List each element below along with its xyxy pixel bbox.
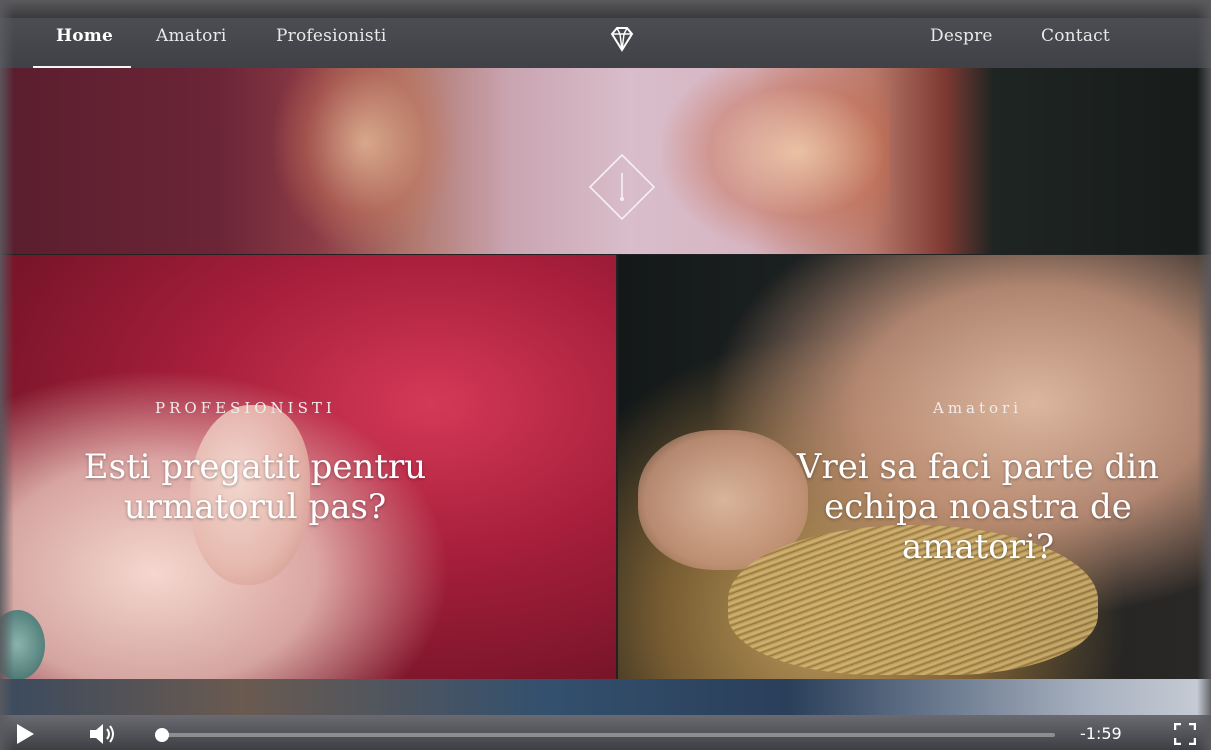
play-icon[interactable] — [14, 723, 36, 745]
nav-despre-link[interactable]: Despre — [930, 26, 993, 46]
video-progress-bar[interactable] — [155, 728, 1055, 742]
panel-heading: Esti pregatit pentru urmatorul pas? — [83, 447, 427, 527]
diamond-down-arrow-icon[interactable] — [588, 153, 656, 221]
nav-contact-link[interactable]: Contact — [1041, 26, 1110, 46]
hero-image-hair-right — [660, 68, 890, 254]
profesionisti-panel[interactable]: PROFESIONISTI Esti pregatit pentru urmat… — [0, 255, 616, 679]
fullscreen-icon[interactable] — [1174, 723, 1196, 745]
panel-category-label: Amatori — [933, 399, 1023, 417]
top-navbar: Home Amatori Profesionisti Despre Contac… — [0, 18, 1211, 70]
nav-home-link[interactable]: Home — [56, 26, 113, 46]
panel-category-label: PROFESIONISTI — [155, 399, 336, 417]
panel-heading: Vrei sa faci parte din echipa noastra de… — [796, 447, 1160, 567]
video-frame: Home Amatori Profesionisti Despre Contac… — [0, 0, 1211, 750]
diamond-icon[interactable] — [607, 24, 637, 54]
volume-icon[interactable] — [88, 722, 120, 746]
video-progress-knob[interactable] — [155, 728, 169, 742]
nav-profesionisti-link[interactable]: Profesionisti — [276, 26, 387, 46]
nav-amatori-link[interactable]: Amatori — [156, 26, 227, 46]
frame-left-edge — [0, 0, 14, 750]
amatori-panel[interactable]: Amatori Vrei sa faci parte din echipa no… — [618, 255, 1211, 679]
video-controls-bar: -1:59 — [0, 715, 1211, 750]
next-section-preview — [0, 679, 1211, 715]
hero-image-hair-left — [270, 68, 460, 254]
frame-right-edge — [1197, 0, 1211, 750]
time-remaining: -1:59 — [1080, 724, 1122, 743]
